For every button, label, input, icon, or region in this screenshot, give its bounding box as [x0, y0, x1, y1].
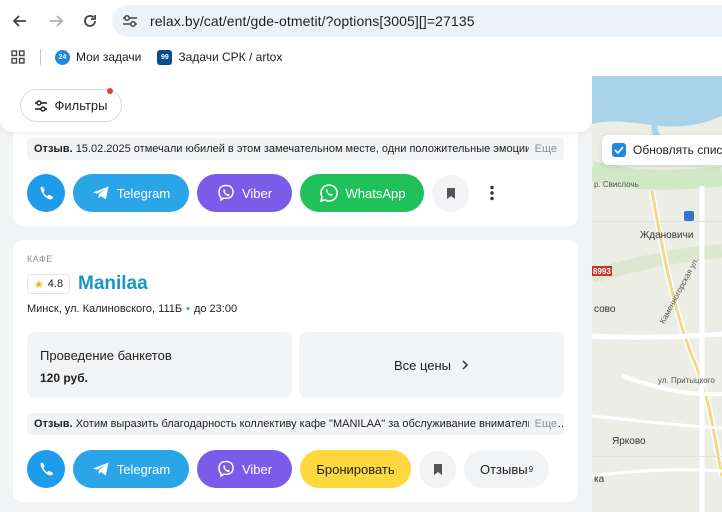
map-label-zhdanovichi: Ждановичи [640, 230, 694, 241]
viber-icon [218, 184, 234, 202]
all-prices-tile[interactable]: Все цены [299, 332, 564, 398]
rating-badge: ★ 4.8 [27, 274, 70, 294]
viber-label: Viber [241, 185, 273, 201]
bookmark-button[interactable] [432, 174, 469, 212]
filters-button[interactable]: Фильтры [20, 88, 122, 122]
phone-call-button[interactable] [27, 174, 65, 212]
review-more-link[interactable]: Еще [528, 413, 557, 435]
bookmarks-divider [40, 49, 41, 65]
whatsapp-label: WhatsApp [345, 185, 406, 201]
category-label: КАФЕ [27, 254, 53, 264]
viber-label: Viber [241, 461, 273, 477]
map-label-partial: ка [594, 474, 605, 485]
bookmark-icon [446, 187, 455, 199]
bookmark-label: Мои задачи [76, 50, 142, 64]
viber-button[interactable]: Viber [197, 174, 292, 212]
bookmark-srk-tasks[interactable]: 99 Задачи СРК / artox [157, 49, 283, 65]
bookmark-button[interactable] [419, 450, 456, 488]
viber-button[interactable]: Viber [197, 450, 292, 488]
filter-bar: Фильтры [0, 76, 592, 132]
review-prefix: Отзыв. [34, 143, 73, 155]
apps-grid-icon[interactable] [0, 42, 36, 72]
venue-title[interactable]: Manilaa [78, 273, 148, 295]
site-settings-icon[interactable] [116, 7, 144, 35]
service-name: Проведение банкетов [40, 348, 172, 363]
address-bar[interactable]: relax.by/cat/ent/gde-otmetit/?options[30… [112, 5, 722, 37]
action-row: Telegram Viber Бронировать Отзывы 9 [27, 450, 557, 488]
cloud-24-icon: 24 [55, 49, 70, 65]
url-text: relax.by/cat/ent/gde-otmetit/?options[30… [150, 13, 475, 29]
map-label-yarkovo: Ярково [612, 436, 646, 447]
filters-label: Фильтры [54, 98, 108, 113]
whatsapp-icon [319, 184, 338, 203]
active-filter-dot [107, 88, 113, 94]
rating-value: 4.8 [47, 278, 64, 290]
telegram-icon [92, 462, 109, 476]
open-status-dot: • [186, 303, 190, 315]
map-label-district: сово [594, 304, 616, 315]
phone-icon [40, 186, 53, 200]
review-more-link[interactable]: Еще [528, 138, 557, 160]
star-icon: ★ [33, 278, 44, 291]
checkbox-checked-icon [612, 143, 626, 157]
bookmark-label: Задачи СРК / artox [178, 50, 283, 64]
phone-icon [40, 462, 53, 476]
browser-toolbar: relax.by/cat/ent/gde-otmetit/?options[30… [0, 0, 722, 42]
bookmarks-bar: 24 Мои задачи 99 Задачи СРК / artox [0, 42, 722, 72]
update-list-label: Обновлять список [633, 143, 722, 157]
filter-sliders-icon [35, 99, 48, 112]
listing-page: Отзыв. 15.02.2025 отмечали юбилей в этом… [0, 76, 592, 512]
whatsapp-button[interactable]: WhatsApp [300, 174, 424, 212]
review-snippet[interactable]: Отзыв. Хотим выразить благодарность колл… [27, 413, 564, 435]
more-options-button[interactable] [477, 174, 507, 212]
bookmark-my-tasks[interactable]: 24 Мои задачи [55, 49, 142, 65]
listing-card-manilaa: КАФЕ ★ 4.8 Manilaa Минск, ул. Калиновско… [13, 240, 578, 502]
service-price: 120 руб. [40, 371, 88, 385]
chevron-right-icon [462, 360, 469, 370]
all-prices-label: Все цены [393, 357, 452, 373]
reviews-label: Отзывы [479, 461, 528, 477]
review-prefix: Отзыв. [34, 418, 73, 430]
kebab-icon [490, 185, 494, 201]
forward-arrow-icon[interactable] [42, 7, 70, 35]
review-text: Хотим выразить благодарность коллективу … [75, 418, 564, 430]
telegram-label: Telegram [116, 185, 171, 201]
bookmark-icon [433, 463, 442, 475]
map-panel[interactable]: Обновлять список р. Свислочь Ждановичи 8… [592, 76, 722, 512]
telegram-button[interactable]: Telegram [73, 174, 189, 212]
tracker-99-icon: 99 [157, 49, 173, 65]
banquet-price-tile[interactable]: Проведение банкетов 120 руб. [27, 332, 292, 398]
reviews-count: 9 [528, 464, 534, 474]
telegram-icon [92, 186, 109, 200]
book-button[interactable]: Бронировать [300, 450, 411, 488]
opening-hours: до 23:00 [193, 303, 238, 315]
map-label-river: р. Свислочь [594, 180, 639, 189]
review-text: 15.02.2025 отмечали юбилей в этом замеча… [75, 143, 541, 155]
listing-card: Отзыв. 15.02.2025 отмечали юбилей в этом… [13, 116, 578, 226]
update-list-checkbox[interactable]: Обновлять список [602, 135, 722, 165]
back-arrow-icon[interactable] [6, 7, 34, 35]
telegram-label: Telegram [116, 461, 171, 477]
viber-icon [218, 460, 234, 478]
map-label-road-number: 8993 [593, 267, 611, 276]
phone-call-button[interactable] [27, 450, 65, 488]
reviews-button[interactable]: Отзывы 9 [464, 450, 549, 488]
action-row: Telegram Viber WhatsApp [27, 174, 507, 212]
book-label: Бронировать [316, 461, 395, 477]
venue-address: Минск, ул. Калиновского, 111Б [27, 303, 183, 315]
reload-icon[interactable] [76, 7, 104, 35]
map-label-street-pritytskogo: ул. Притыцкого [658, 376, 715, 385]
telegram-button[interactable]: Telegram [73, 450, 189, 488]
review-snippet[interactable]: Отзыв. 15.02.2025 отмечали юбилей в этом… [27, 138, 564, 160]
venue-address-line: Минск, ул. Калиновского, 111Б • до 23:00 [27, 303, 237, 315]
